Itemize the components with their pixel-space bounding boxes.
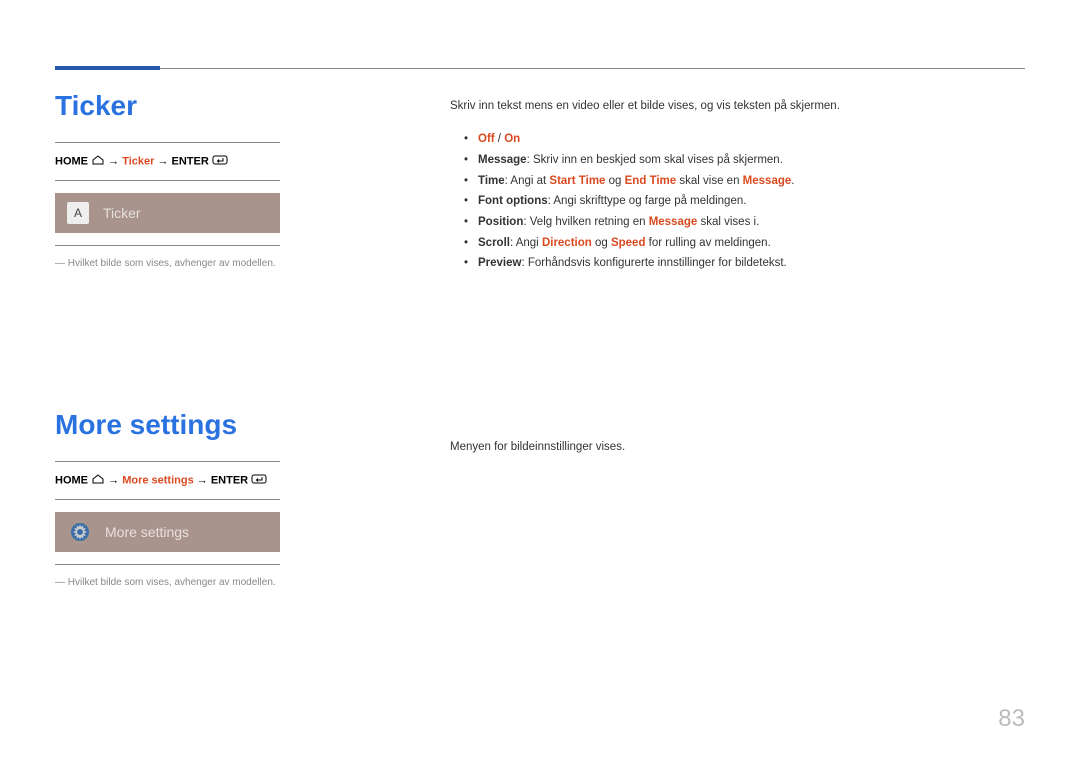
ui-tile-more-settings: More settings xyxy=(55,512,280,552)
divider xyxy=(55,180,280,181)
ui-tile-ticker: A Ticker xyxy=(55,193,280,233)
bullet-item: Off / On xyxy=(464,129,1025,150)
top-border-line xyxy=(55,68,1025,69)
page-content: Ticker HOME → Ticker → ENTER A Ticker ― … xyxy=(55,90,1025,588)
tile-icon-letter: A xyxy=(67,202,89,224)
divider xyxy=(55,461,280,462)
nav-path-more-settings: HOME → More settings → ENTER xyxy=(55,474,390,487)
top-accent-bar xyxy=(55,66,160,70)
gear-icon xyxy=(67,519,93,545)
nav-item-more-settings: More settings xyxy=(122,474,194,486)
section-more-settings: More settings HOME → More settings → ENT… xyxy=(55,409,390,588)
bullet-item: Message: Skriv inn en beskjed som skal v… xyxy=(464,150,1025,171)
enter-icon xyxy=(212,155,228,168)
nav-arrow: → xyxy=(157,155,171,167)
divider xyxy=(55,142,280,143)
nav-enter-label: ENTER xyxy=(172,155,209,167)
nav-arrow: → xyxy=(108,155,122,167)
nav-arrow: → xyxy=(197,474,211,486)
intro-text-ticker: Skriv inn tekst mens en video eller et b… xyxy=(450,98,1025,115)
nav-item-ticker: Ticker xyxy=(122,155,154,167)
nav-home-label: HOME xyxy=(55,155,88,167)
nav-enter-label: ENTER xyxy=(211,474,248,486)
divider xyxy=(55,499,280,500)
intro-text-more-settings: Menyen for bildeinnstillinger vises. xyxy=(450,439,1025,456)
bullet-item: Preview: Forhåndsvis konfigurerte innsti… xyxy=(464,253,1025,274)
bullet-item: Position: Velg hvilken retning en Messag… xyxy=(464,212,1025,233)
divider xyxy=(55,564,280,565)
page-number: 83 xyxy=(998,705,1025,733)
home-icon xyxy=(91,155,105,168)
left-column: Ticker HOME → Ticker → ENTER A Ticker ― … xyxy=(55,90,390,588)
section-title-ticker: Ticker xyxy=(55,90,390,122)
nav-arrow: → xyxy=(108,474,122,486)
nav-path-ticker: HOME → Ticker → ENTER xyxy=(55,155,390,168)
section-title-more-settings: More settings xyxy=(55,409,390,441)
bullet-item: Time: Angi at Start Time og End Time ska… xyxy=(464,171,1025,192)
bullet-item: Scroll: Angi Direction og Speed for rull… xyxy=(464,233,1025,254)
divider xyxy=(55,245,280,246)
enter-icon xyxy=(251,474,267,487)
note-text: ― Hvilket bilde som vises, avhenger av m… xyxy=(55,577,390,588)
home-icon xyxy=(91,474,105,487)
tile-label-ticker: Ticker xyxy=(103,205,141,221)
tile-label-more-settings: More settings xyxy=(105,524,189,540)
bullet-list-ticker: Off / OnMessage: Skriv inn en beskjed so… xyxy=(450,129,1025,274)
bullet-item: Font options: Angi skrifttype og farge p… xyxy=(464,191,1025,212)
nav-home-label: HOME xyxy=(55,474,88,486)
note-text: ― Hvilket bilde som vises, avhenger av m… xyxy=(55,258,390,269)
right-column: Skriv inn tekst mens en video eller et b… xyxy=(450,90,1025,588)
